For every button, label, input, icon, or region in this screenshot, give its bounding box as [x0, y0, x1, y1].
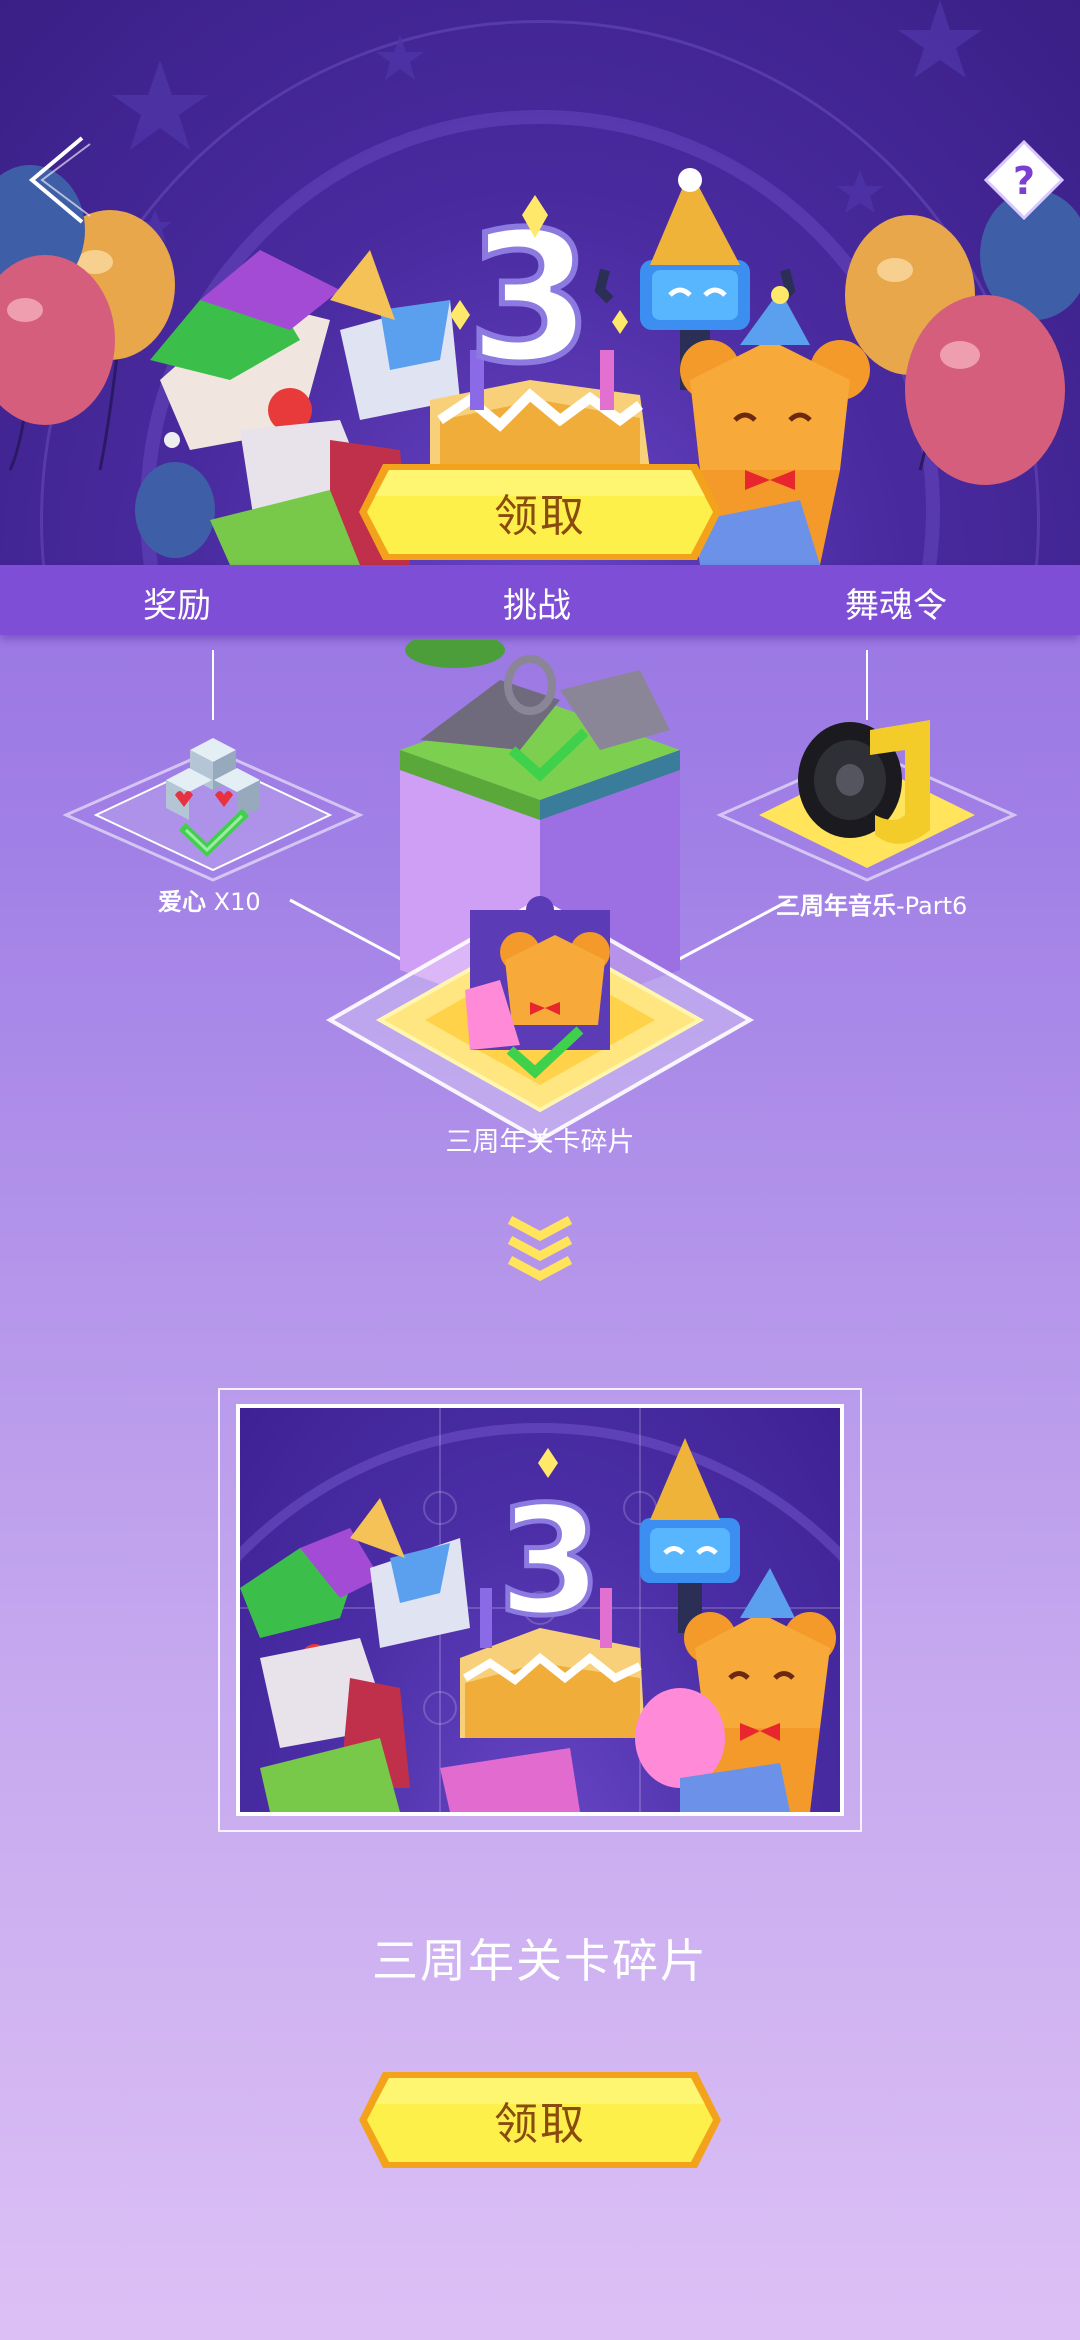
- anniversary-number-3: 3: [498, 1475, 602, 1649]
- tab-challenge[interactable]: 挑战: [503, 578, 571, 627]
- puzzle-piece-icon: [465, 896, 610, 1050]
- puzzle-preview-image: 3: [236, 1404, 844, 1816]
- double-chevron-down-icon: [507, 1216, 573, 1282]
- music-record-icon: [798, 720, 930, 844]
- music-reward-node: [716, 720, 1018, 882]
- svg-text:?: ?: [1013, 159, 1035, 203]
- puzzle-preview-frame: 3: [218, 1388, 862, 1832]
- music-reward-part: -Part6: [896, 892, 968, 920]
- claim-button[interactable]: 领取: [355, 2068, 725, 2172]
- chevron-left-icon: [28, 136, 91, 224]
- back-button[interactable]: [20, 130, 100, 230]
- fragment-reward-label: 三周年关卡碎片: [445, 1127, 635, 1158]
- music-reward-label: 三周年音乐-Part6: [776, 886, 967, 921]
- tab-dance-pass[interactable]: 舞魂令: [845, 578, 947, 627]
- heart-reward-label: 爱心 X10: [158, 882, 261, 917]
- help-button[interactable]: ?: [983, 139, 1065, 221]
- star-decoration: [376, 35, 424, 80]
- music-reward-name: 三周年音乐: [776, 892, 896, 920]
- banner-claim-button[interactable]: 领取: [355, 460, 725, 564]
- fragment-reward-node: [325, 896, 755, 1143]
- star-decoration: [837, 170, 883, 213]
- star-decoration: [112, 60, 208, 150]
- detail-title: 三周年关卡碎片: [372, 1934, 708, 1988]
- banner-claim-label: 领取: [494, 491, 586, 542]
- claim-button-label: 领取: [494, 2099, 586, 2150]
- star-decoration: [898, 0, 982, 78]
- question-icon: ?: [983, 139, 1065, 221]
- heart-reward-node: [62, 738, 364, 882]
- heart-reward-count: X10: [213, 888, 261, 916]
- heart-reward-name: 爱心: [158, 888, 206, 916]
- balloons-right: [845, 190, 1080, 485]
- puzzle-artwork: 3: [240, 1408, 840, 1812]
- gift-box: [330, 250, 460, 420]
- tab-rewards[interactable]: 奖励: [143, 578, 211, 627]
